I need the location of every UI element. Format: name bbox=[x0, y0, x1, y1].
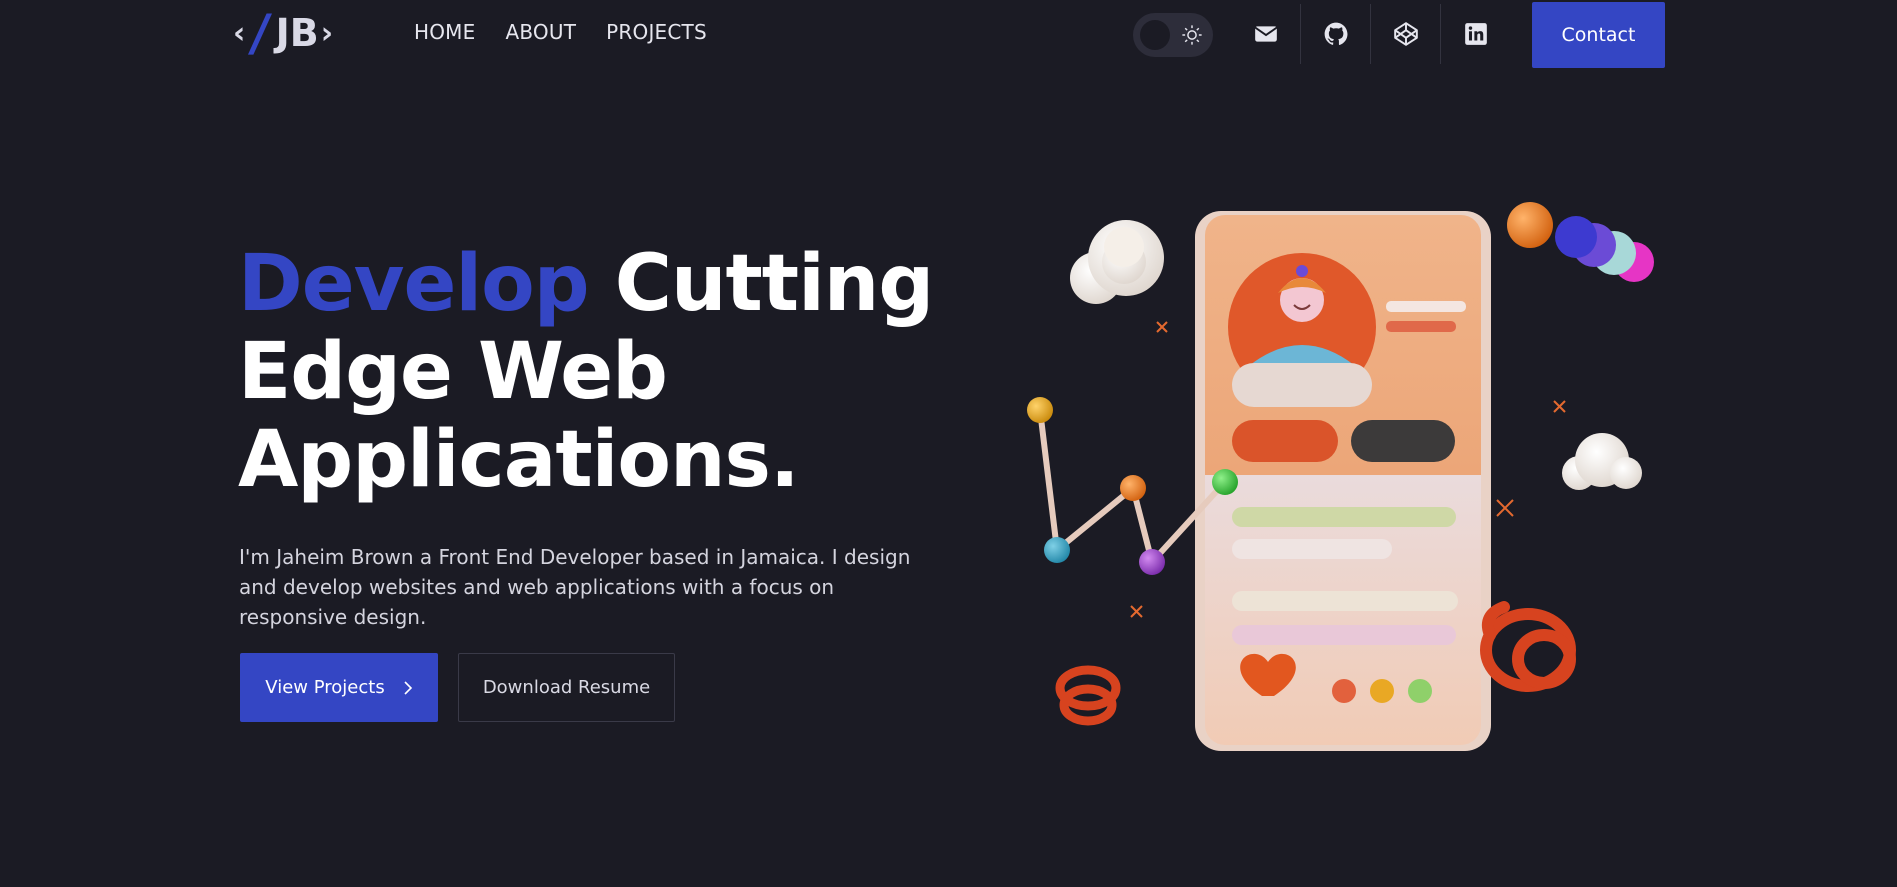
github-icon bbox=[1324, 22, 1347, 45]
chevron-right-icon bbox=[404, 680, 412, 695]
logo-open-bracket: ‹ bbox=[233, 15, 246, 51]
contact-button[interactable]: Contact bbox=[1532, 2, 1665, 68]
logo-slash: / bbox=[247, 4, 274, 62]
cloud-right bbox=[1562, 433, 1642, 490]
nav-link-projects[interactable]: PROJECTS bbox=[606, 20, 707, 44]
nav-link-home[interactable]: HOME bbox=[414, 20, 475, 44]
nav-link-about[interactable]: ABOUT bbox=[505, 20, 576, 44]
linkedin-link[interactable] bbox=[1441, 4, 1511, 64]
nav-links: HOME ABOUT PROJECTS bbox=[414, 20, 707, 44]
hero-intro: I'm Jaheim Brown a Front End Developer b… bbox=[239, 545, 911, 629]
color-balls-chain bbox=[1507, 202, 1654, 282]
theme-toggle[interactable] bbox=[1133, 13, 1213, 57]
download-resume-button[interactable]: Download Resume bbox=[458, 653, 675, 722]
spiral-right bbox=[1480, 601, 1576, 692]
headline-line-3: Applications. bbox=[238, 415, 800, 505]
headline-line-1: Cutting bbox=[588, 239, 934, 329]
linkedin-icon bbox=[1465, 23, 1487, 45]
logo-close-bracket: › bbox=[320, 15, 334, 51]
codepen-link[interactable] bbox=[1371, 4, 1441, 64]
cloud-left bbox=[1070, 220, 1164, 304]
toggle-knob bbox=[1140, 20, 1170, 50]
headline-line-2: Edge Web bbox=[238, 327, 668, 417]
logo[interactable]: ‹ / JB › bbox=[233, 4, 334, 62]
view-projects-button[interactable]: View Projects bbox=[240, 653, 438, 722]
mail-icon bbox=[1254, 26, 1277, 42]
social-links bbox=[1231, 4, 1511, 64]
logo-initials: JB bbox=[275, 11, 319, 55]
headline-accent: Develop bbox=[238, 239, 590, 329]
phone-mockup bbox=[1195, 211, 1491, 751]
mail-link[interactable] bbox=[1231, 4, 1301, 64]
hero-illustration bbox=[1027, 202, 1654, 751]
top-nav: ‹ / JB › HOME ABOUT PROJECTS Contact bbox=[0, 0, 1897, 70]
hero-headline: Develop Cutting Edge Web Applications. bbox=[238, 240, 938, 504]
github-link[interactable] bbox=[1301, 4, 1371, 64]
view-projects-label: View Projects bbox=[265, 677, 385, 698]
codepen-icon bbox=[1393, 22, 1418, 46]
spiral-left bbox=[1055, 665, 1121, 726]
sun-icon bbox=[1182, 25, 1202, 45]
